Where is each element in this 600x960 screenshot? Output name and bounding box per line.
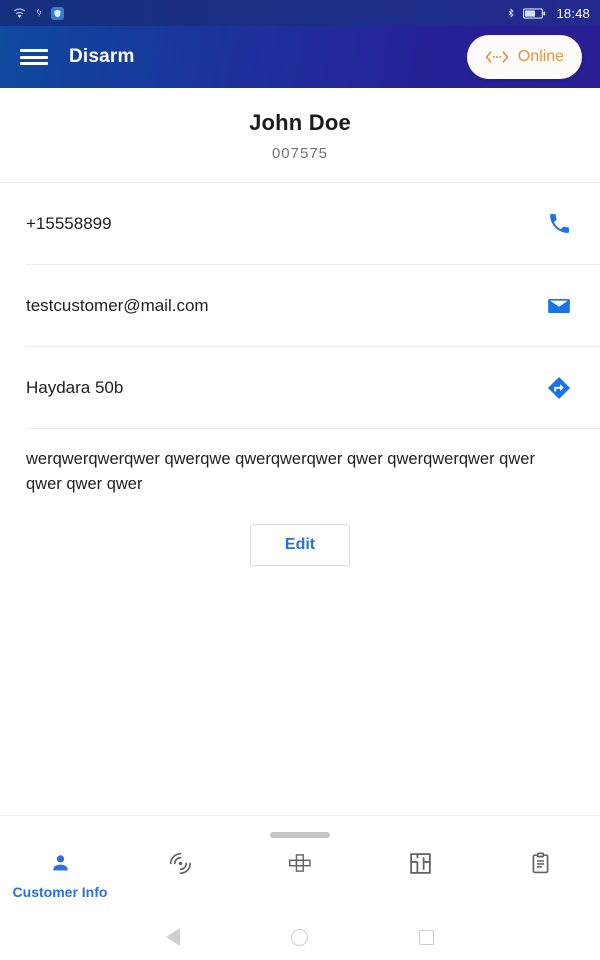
bottom-sheet-top [0,815,600,842]
email-icon[interactable] [542,289,576,323]
customer-phone-row[interactable]: +15558899 [0,183,600,264]
battery-charging-icon [523,7,546,19]
customer-address-value: Haydara 50b [26,377,124,397]
customer-account-id: 007575 [271,145,329,162]
edit-button-container: Edit [0,497,600,566]
edit-button[interactable]: Edit [250,524,350,566]
customer-email-value: testcustomer@mail.com [26,295,209,315]
phone-icon[interactable] [542,207,576,241]
connection-status-label: Online [517,48,564,65]
customer-address-row[interactable]: Haydara 50b [0,347,600,428]
tab-log[interactable] [480,848,600,914]
shield-app-icon [51,6,64,20]
tab-zones[interactable] [240,848,360,914]
clipboard-icon [528,848,553,878]
status-bar: 18:48 [0,0,600,26]
tab-floorplan[interactable] [360,848,480,914]
sheet-drag-handle[interactable] [270,832,330,838]
person-icon [49,848,72,878]
customer-email-row[interactable]: testcustomer@mail.com [0,265,600,346]
directions-icon[interactable] [542,371,576,405]
bluetooth-icon [509,8,515,18]
status-bar-right-icons: 18:48 [506,6,590,21]
connection-icon [485,51,508,63]
wifi-icon [13,7,26,18]
floorplan-icon [408,848,433,878]
zones-icon [287,848,314,878]
app-bar-title: Disarm [69,46,135,67]
status-bar-clock: 18:48 [556,5,590,21]
status-bar-left-icons [12,6,64,20]
connection-status-badge[interactable]: Online [466,35,582,79]
phone-screen: 18:48 Disarm Online John Doe 007575 +155… [0,0,600,960]
app-bar: Disarm Online [0,26,600,88]
back-triangle-icon[interactable] [156,920,190,954]
customer-info-panel: John Doe 007575 +15558899 testcustomer@m… [0,88,600,815]
drag-handle-container [0,826,600,842]
usb-icon [36,8,42,17]
hamburger-menu-icon[interactable] [20,46,48,68]
home-circle-icon[interactable] [283,920,317,954]
sensor-icon [167,848,194,878]
customer-name: John Doe [249,110,351,135]
android-navigation-bar [0,914,600,960]
tab-customer-info[interactable]: Customer Info [0,848,120,914]
recents-square-icon[interactable] [410,920,444,954]
tab-sensors[interactable] [120,848,240,914]
customer-phone-value: +15558899 [26,213,112,233]
customer-notes: werqwerqwerqwer qwerqwe qwerqwerqwer qwe… [26,450,535,493]
tab-customer-info-label: Customer Info [12,884,108,900]
bottom-tab-bar: Customer Info [0,842,600,914]
customer-header: John Doe 007575 [0,88,600,182]
